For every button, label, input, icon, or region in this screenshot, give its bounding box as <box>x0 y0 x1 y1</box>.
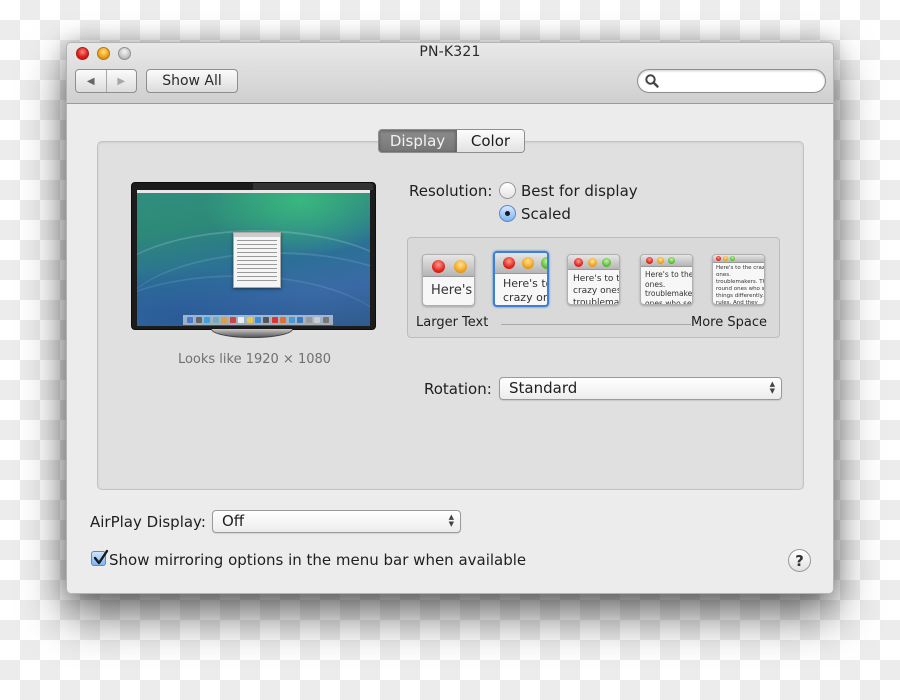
search-input[interactable] <box>662 72 817 90</box>
back-forward-control: ◀ ▶ <box>75 69 137 93</box>
show-mirroring-label[interactable]: Show mirroring options in the menu bar w… <box>109 551 526 569</box>
desktop-wallpaper <box>137 190 370 326</box>
scale-option-3[interactable]: Here's to the crazy ones. troublemakers.… <box>567 254 620 305</box>
radio-best-for-display-label[interactable]: Best for display <box>521 182 638 200</box>
checkmark-icon <box>93 549 109 565</box>
tab-color[interactable]: Color <box>457 130 524 152</box>
system-preferences-window: PN-K321 ◀ ▶ Show All Display Color Looks… <box>66 42 834 594</box>
back-arrow-icon: ◀ <box>86 75 95 87</box>
tab-bar: Display Color <box>378 129 525 153</box>
scale-option-2[interactable]: Here's to the crazy ones. troublemakers. <box>493 251 549 307</box>
popup-arrows-icon: ▲ ▼ <box>448 513 454 528</box>
airplay-display-popup[interactable]: Off ▲ ▼ <box>212 510 461 533</box>
scale-option-4[interactable]: Here's to the crazy ones. troublemakers.… <box>640 254 693 305</box>
radio-scaled[interactable] <box>499 205 516 222</box>
resolution-label: Resolution: <box>409 182 493 200</box>
preview-menu-bar <box>137 190 370 193</box>
popup-arrows-icon: ▲ ▼ <box>769 380 775 395</box>
window-title: PN-K321 <box>419 44 481 60</box>
radio-scaled-label[interactable]: Scaled <box>521 205 571 223</box>
preview-document-window <box>233 232 281 288</box>
larger-text-label: Larger Text <box>416 315 489 330</box>
scale-option-5[interactable]: Here's to the crazy ones. troublemakers.… <box>712 254 765 305</box>
airplay-display-label: AirPlay Display: <box>90 513 206 531</box>
radio-best-for-display[interactable] <box>499 182 516 199</box>
scaling-options-box: Here's Here's to the crazy ones. trouble… <box>407 237 780 338</box>
forward-arrow-icon: ▶ <box>117 75 126 87</box>
titlebar: PN-K321 ◀ ▶ Show All <box>67 43 833 104</box>
scale-option-1[interactable]: Here's <box>422 254 475 306</box>
show-all-button[interactable]: Show All <box>146 69 238 93</box>
search-icon <box>645 74 659 88</box>
display-preview-image <box>131 182 376 330</box>
scale-track <box>501 324 691 325</box>
show-mirroring-checkbox[interactable] <box>91 549 109 566</box>
rotation-label: Rotation: <box>424 380 492 398</box>
preview-dock <box>183 315 333 325</box>
search-field[interactable] <box>637 69 826 93</box>
airplay-display-value: Off <box>222 512 245 530</box>
tab-display[interactable]: Display <box>379 130 457 152</box>
rotation-value: Standard <box>509 379 578 397</box>
rotation-popup[interactable]: Standard ▲ ▼ <box>499 377 782 400</box>
back-button[interactable]: ◀ <box>76 70 106 92</box>
forward-button[interactable]: ▶ <box>105 70 137 92</box>
more-space-label: More Space <box>691 315 767 330</box>
resolution-caption: Looks like 1920 × 1080 <box>177 352 332 367</box>
help-button[interactable]: ? <box>788 549 811 572</box>
